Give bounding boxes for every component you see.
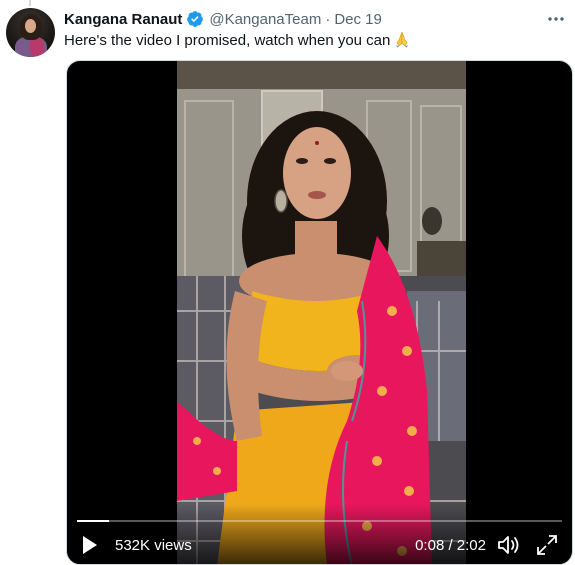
avatar[interactable] (6, 8, 55, 57)
video-player[interactable]: 532K views 0:08 / 2:02 (66, 60, 573, 565)
progress-bar[interactable] (77, 520, 562, 522)
verified-badge-icon (186, 10, 204, 28)
separator-dot: · (325, 10, 331, 28)
view-count: 532K views (115, 537, 192, 554)
thread-line (29, 0, 31, 6)
tweet-body: Here's the video I promised, watch when … (64, 32, 391, 49)
more-options-icon[interactable] (547, 10, 565, 28)
video-time: 0:08 / 2:02 (415, 537, 486, 554)
video-frame[interactable] (177, 61, 466, 564)
progress-fill (77, 520, 109, 522)
play-icon[interactable] (81, 534, 101, 556)
tweet-text: Here's the video I promised, watch when … (64, 30, 411, 54)
fullscreen-icon[interactable] (536, 534, 558, 556)
author-name[interactable]: Kangana Ranaut (64, 11, 182, 28)
video-controls: 532K views 0:08 / 2:02 (67, 504, 572, 564)
tweet-header: Kangana Ranaut @KanganaTeam · Dec 19 (64, 9, 565, 29)
author-handle[interactable]: @KanganaTeam (209, 11, 321, 28)
folded-hands-icon (393, 30, 411, 54)
tweet-card[interactable]: Kangana Ranaut @KanganaTeam · Dec 19 Her… (0, 0, 575, 565)
tweet-date[interactable]: Dec 19 (334, 11, 382, 28)
volume-icon[interactable] (496, 534, 522, 556)
